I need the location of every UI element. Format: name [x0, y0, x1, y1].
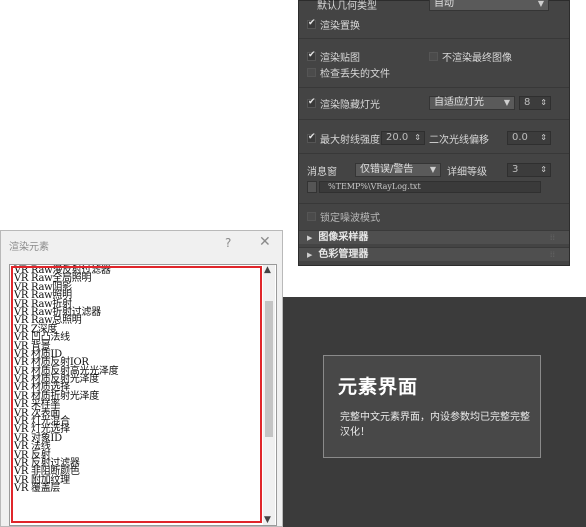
- expand-arrow-icon: ▶: [307, 234, 313, 242]
- log-window-dropdown[interactable]: 仅错误/警告 ▼: [355, 163, 441, 177]
- log-window-value: 仅错误/警告: [360, 164, 414, 175]
- help-icon[interactable]: ?: [225, 236, 231, 250]
- max-ray-intensity-spinner[interactable]: 20.0 ⇕: [381, 131, 425, 145]
- scroll-thumb[interactable]: [265, 301, 273, 437]
- list-scrollbar[interactable]: ▲ ▼: [263, 265, 275, 525]
- feature-description: 完整中文元素界面，内设参数均已完整完整汉化！: [340, 412, 530, 438]
- check-missing-checkbox[interactable]: [307, 67, 316, 77]
- lock-noise-checkbox[interactable]: [307, 211, 316, 221]
- close-icon[interactable]: ✕: [259, 234, 271, 250]
- list-item[interactable]: VR 对象ID: [14, 433, 262, 443]
- override-displacement-checkbox[interactable]: [307, 18, 316, 29]
- log-window-label: 消息窗: [307, 166, 337, 178]
- override-displacement-label: 渲染置换: [320, 20, 360, 32]
- no-final-image-checkbox[interactable]: [429, 51, 438, 61]
- rollout-image-sampler[interactable]: ▶ 图像采样器 ⁞⁞: [299, 230, 569, 244]
- default-geometry-value: 自动: [434, 0, 454, 9]
- browse-log-button[interactable]: [307, 181, 317, 193]
- max-ray-intensity-checkbox[interactable]: [307, 132, 316, 143]
- spinner-arrows-icon: ⇕: [414, 133, 421, 142]
- spinner-arrows-icon: ⇕: [540, 98, 547, 107]
- secondary-bias-spinner[interactable]: 0.0 ⇕: [507, 131, 551, 145]
- divider: [299, 38, 569, 39]
- divider: [299, 203, 569, 204]
- list-item[interactable]: VR 覆盖层: [14, 483, 262, 493]
- chevron-down-icon: ▼: [503, 98, 510, 107]
- grip-icon: ⁞⁞: [549, 250, 555, 259]
- hidden-lights-count-spinner[interactable]: 8 ⇕: [519, 96, 551, 110]
- default-geometry-label: 默认几何类型: [317, 0, 377, 12]
- hidden-lights-checkbox[interactable]: [307, 97, 316, 108]
- chevron-down-icon: ▼: [537, 0, 544, 8]
- render-elements-dialog: 渲染元素 ? ✕ VR Raw漫反射过滤器 VR Raw全局照明 VR Raw阴影 V…: [0, 230, 283, 527]
- lock-noise-row[interactable]: 锁定噪波模式: [307, 208, 561, 224]
- rollout-color-mapping[interactable]: ▶ 色彩管理器 ⁞⁞: [299, 247, 569, 261]
- divider: [299, 153, 569, 154]
- rollout-image-sampler-label: 图像采样器: [318, 232, 369, 243]
- grip-icon: ⁞⁞: [549, 233, 555, 242]
- verbose-level-spinner[interactable]: 3 ⇕: [507, 163, 551, 177]
- dialog-title: 渲染元素: [9, 242, 49, 253]
- feature-card: 元素界面 完整中文元素界面，内设参数均已完整完整汉化！: [323, 355, 541, 458]
- scroll-down-icon[interactable]: ▼: [264, 515, 271, 525]
- vray-settings-panel: 默认几何类型 自动 ▼ 渲染置换 渲染贴图 不渲染最终图像 检查丢失的文件 渲染…: [298, 0, 570, 266]
- default-geometry-dropdown[interactable]: 自动 ▼: [429, 0, 549, 11]
- log-path-value: %TEMP%\VRayLog.txt: [328, 182, 421, 191]
- chevron-down-icon: ▼: [429, 165, 436, 174]
- secondary-bias-value: 0.0: [512, 132, 528, 143]
- render-maps-checkbox[interactable]: [307, 50, 316, 61]
- lock-noise-label: 锁定噪波模式: [320, 212, 380, 224]
- verbose-level-label: 详细等级: [447, 166, 487, 178]
- hidden-lights-label: 渲染隐藏灯光: [320, 99, 380, 111]
- feature-title: 元素界面: [338, 376, 419, 398]
- rollout-color-mapping-label: 色彩管理器: [318, 249, 369, 260]
- secondary-bias-label: 二次光线偏移: [429, 134, 489, 146]
- scroll-up-icon[interactable]: ▲: [264, 265, 271, 275]
- check-missing-label: 检查丢失的文件: [320, 68, 390, 80]
- hidden-lights-count-value: 8: [524, 97, 531, 108]
- no-final-image-row[interactable]: 不渲染最终图像: [429, 48, 561, 64]
- no-final-image-label: 不渲染最终图像: [442, 52, 512, 64]
- verbose-level-value: 3: [512, 164, 519, 175]
- list-item[interactable]: VR 凹凸法线: [14, 332, 262, 342]
- expand-arrow-icon: ▶: [307, 251, 313, 259]
- max-ray-intensity-value: 20.0: [386, 132, 409, 143]
- log-path-field[interactable]: %TEMP%\VRayLog.txt: [319, 181, 541, 193]
- render-elements-list[interactable]: VR Raw漫反射过滤器 VR Raw全局照明 VR Raw阴影 VR Raw照明 VR…: [9, 264, 277, 526]
- spinner-arrows-icon: ⇕: [540, 165, 547, 174]
- check-missing-row[interactable]: 检查丢失的文件: [307, 64, 561, 80]
- list-item[interactable]: VR 法线: [14, 441, 262, 451]
- divider: [299, 87, 569, 88]
- render-maps-label: 渲染贴图: [320, 52, 360, 64]
- max-ray-intensity-label: 最大射线强度: [320, 134, 380, 146]
- spinner-arrows-icon: ⇕: [540, 133, 547, 142]
- override-displacement-row[interactable]: 渲染置换: [307, 16, 561, 32]
- hidden-lights-dropdown[interactable]: 自适应灯光 ▼: [429, 96, 515, 110]
- list-items: VR Raw漫反射过滤器 VR Raw全局照明 VR Raw阴影 VR Raw照明 VR…: [14, 265, 262, 494]
- hidden-lights-value: 自适应灯光: [434, 97, 484, 108]
- divider: [299, 119, 569, 120]
